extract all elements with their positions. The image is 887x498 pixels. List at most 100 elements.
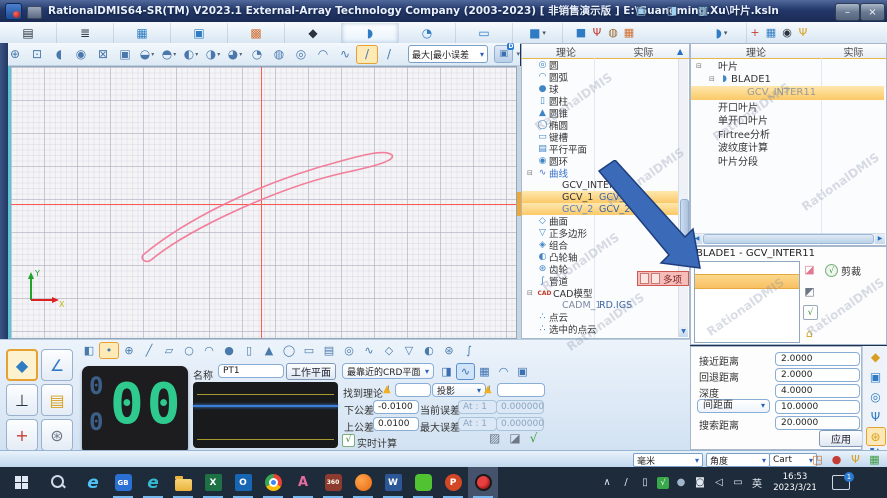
view-right-icon[interactable]: ◑ [202, 45, 224, 64]
hand-pan-icon[interactable]: ◖ [48, 45, 70, 64]
error-mode-select[interactable]: 最大|最小误差▾ [408, 45, 488, 63]
parallel-planes-icon[interactable]: ▤ [319, 342, 339, 359]
view-back-icon[interactable]: ◓ [158, 45, 180, 64]
clip-checkbox[interactable]: √ 剪裁 [825, 263, 861, 278]
taskbar-outlook[interactable]: O [228, 467, 258, 498]
name-input[interactable]: PT1 [218, 364, 284, 378]
tray-camera-icon[interactable]: ◙ [693, 477, 707, 488]
tree-item-torus[interactable]: ◉ 圆环 [522, 155, 678, 167]
horizontal-scrollbar[interactable]: ◀ ▶ [692, 233, 885, 244]
erase-edit-icon[interactable]: ◩ [801, 283, 818, 300]
selected-list-row[interactable] [695, 274, 799, 289]
tree-item-open-blade[interactable]: 开口叶片 [691, 100, 884, 114]
slot-feature-icon[interactable]: ▭ [299, 342, 319, 359]
tray-device-icon[interactable]: ▯ [638, 477, 652, 488]
tray-expand-icon[interactable]: ∧ [600, 477, 614, 488]
taskbar-rationaldmis[interactable] [468, 467, 498, 498]
dro-window-icon[interactable]: ▣D [494, 45, 514, 63]
apply-button[interactable]: 应用 [819, 430, 863, 447]
tab-document[interactable]: ≣ [57, 23, 114, 43]
close-button[interactable]: × [860, 3, 885, 21]
taskbar-powerpoint[interactable]: P [438, 467, 468, 498]
title-menu-icon[interactable] [27, 6, 42, 19]
tree-item-polygon[interactable]: ▽ 正多边形 [522, 227, 678, 239]
surface-feature-icon[interactable]: ◇ [379, 342, 399, 359]
tree-item-blade1[interactable]: ⊟ ◗ BLADE1 [691, 73, 884, 87]
tab-solid-cube[interactable]: ■ [513, 23, 563, 43]
cone-feature-icon[interactable]: ▲ [259, 342, 279, 359]
tab-tool-small[interactable]: ◍ [605, 23, 621, 43]
probe-tool-icon[interactable]: Ψ [866, 407, 886, 426]
taskbar-edge[interactable]: e [138, 467, 168, 498]
lower-tol-input[interactable]: -0.0100 [373, 400, 419, 414]
tree-item-arc[interactable]: ◠ 圆弧 [522, 71, 678, 83]
gold-gauge-button[interactable]: ▤ [41, 384, 73, 416]
tab-clock-view[interactable]: ◔ [399, 23, 456, 43]
axis-triad-button[interactable]: + [6, 419, 38, 451]
view-front-icon[interactable]: ◒ [136, 45, 158, 64]
arc-display-toggle[interactable]: ◠ [494, 363, 513, 380]
tree-item-parallel-planes[interactable]: ▤ 平行平面 [522, 143, 678, 155]
found-theory-input[interactable] [395, 383, 431, 397]
tree-item-firtree[interactable]: Firtree分析 [691, 127, 884, 141]
cylinder-feature-icon[interactable]: ▯ [239, 342, 259, 359]
scrollbar-thumb[interactable] [703, 234, 874, 244]
sort-up-icon[interactable]: ▲ [677, 47, 689, 56]
param-value-field[interactable]: 20.0000 [775, 416, 860, 430]
tree-item-cone[interactable]: ▲ 圆锥 [522, 107, 678, 119]
table-display-toggle[interactable]: ▦ [475, 363, 494, 380]
tree-header[interactable]: 理论 实际 [691, 44, 886, 59]
tab-display-cube[interactable]: ▣ [171, 23, 228, 43]
tab-probe-active[interactable]: ◗ [342, 23, 399, 43]
projection-input[interactable] [497, 383, 545, 397]
caliper-tool-button[interactable]: ∠ [41, 349, 73, 381]
tree-item-gcv-inter1[interactable]: GCV_INTER1 [522, 179, 678, 191]
view-left-icon[interactable]: ◐ [180, 45, 202, 64]
tab-grid-small[interactable]: ▦ [763, 23, 779, 43]
sphere-feature-icon[interactable]: ● [219, 342, 239, 359]
param-value-field[interactable]: 10.0000 [775, 400, 860, 414]
view-top-icon[interactable]: ◕ [224, 45, 246, 64]
tab-layers[interactable]: ▩ [228, 23, 285, 43]
taskbar-excel[interactable]: X [198, 467, 228, 498]
tab-ink-bottle[interactable]: ◆ [285, 23, 342, 43]
tab-print[interactable]: ▤ [0, 23, 57, 43]
section-listbox[interactable] [694, 261, 800, 343]
workplane-button[interactable]: 工作平面 [286, 363, 336, 380]
tree-item-circle[interactable]: ◎ 圆 [522, 59, 678, 71]
full-screen-icon[interactable]: ▣ [114, 45, 136, 64]
multi-select-overlay[interactable]: 多项 [637, 271, 689, 286]
tree-item-sphere[interactable]: ● 球 [522, 83, 678, 95]
taskbar-chrome[interactable] [258, 467, 288, 498]
projection-select[interactable]: 投影▾ [432, 383, 486, 397]
tab-probe2[interactable]: ◗ [697, 23, 747, 43]
pen-edit-icon[interactable]: / [378, 45, 400, 64]
graph-display-toggle[interactable]: ∿ [456, 363, 475, 380]
view-iso2-icon[interactable]: ◍ [268, 45, 290, 64]
nearest-plane-select[interactable]: 最靠近的CRD平面▾ [342, 363, 434, 379]
viewport-canvas[interactable]: Y X [8, 66, 517, 339]
machine-setup-button[interactable]: ⊛ [41, 419, 73, 451]
tree-item-gcv-2[interactable]: GCV_2 GCV_2 [522, 203, 678, 215]
search-icon[interactable] [50, 474, 66, 490]
tree-item-gcv-1[interactable]: GCV_1 GCV_1 [522, 191, 678, 203]
chevron-down-icon[interactable]: ▾ [516, 50, 520, 58]
tree-header[interactable]: 理论 实际 ▲ [522, 44, 689, 59]
arc-display-icon[interactable]: ◠ [312, 45, 334, 64]
scroll-right-icon[interactable]: ▶ [875, 234, 885, 244]
taskbar-explorer[interactable] [168, 467, 198, 498]
expander-icon[interactable]: ⊟ [709, 75, 718, 83]
eraser-icon[interactable]: ◪ [509, 431, 520, 445]
device-monitor-icon[interactable]: ▣ [630, 3, 652, 18]
taskbar-foxit[interactable] [348, 467, 378, 498]
tree-item-selected-pointcloud[interactable]: ∴ 选中的点云 [522, 323, 678, 335]
taskbar-gb-app[interactable]: GB [108, 467, 138, 498]
arc-feature-icon[interactable]: ◠ [199, 342, 219, 359]
tab-cube-small[interactable]: ■ [573, 23, 589, 43]
taskbar-wechat[interactable] [408, 467, 438, 498]
plane-feature-icon[interactable]: ▱ [159, 342, 179, 359]
upper-tol-input[interactable]: 0.0100 [373, 417, 419, 431]
magnifier-icon[interactable]: ◎ [866, 387, 886, 406]
probe-status-icon[interactable]: Ψ [848, 452, 863, 466]
param-value-field[interactable]: 2.0000 [775, 368, 860, 382]
